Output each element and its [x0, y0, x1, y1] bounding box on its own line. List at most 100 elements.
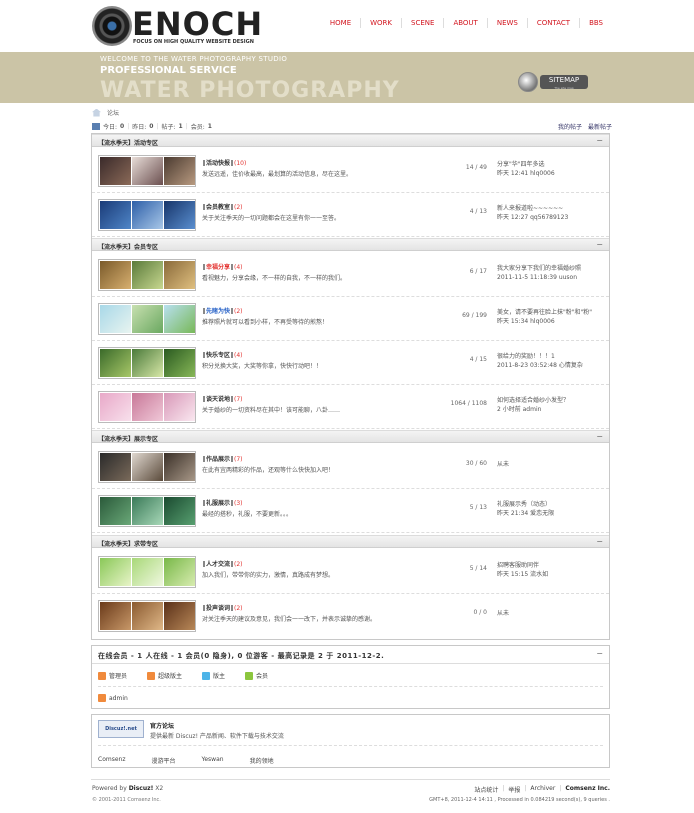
- forum-description: 关于婚纱的一切资料尽在其中！该可能聊，八卦……: [202, 407, 341, 414]
- archiver-link[interactable]: Archiver: [530, 785, 555, 794]
- forum-thumbnail[interactable]: [98, 347, 196, 379]
- forum-last-post[interactable]: 新人来报道啦~~~~~~ 昨天 12:27 qq56789123: [497, 204, 568, 222]
- forum-name[interactable]: 快乐专区 (4): [202, 350, 243, 359]
- forum-last-post[interactable]: 美女，请不要再往脸上抹"粉"和"粉" 昨天 15:34 hlq0006: [497, 308, 592, 326]
- official-title[interactable]: 官方论坛: [150, 721, 174, 730]
- forum-description: 发送远遥，佳价收最高，最划算的活动信息，尽在这里。: [202, 171, 353, 178]
- link-comsenz[interactable]: Comsenz: [98, 756, 125, 765]
- forum-row: 快乐专区 (4) 积分兑换大奖，大奖等你拿，快快行动吧！！ 4 / 15 很给力的…: [92, 341, 609, 385]
- forum-name[interactable]: 人才交流 (2): [202, 559, 243, 568]
- main-nav: HOME WORK SCENE ABOUT NEWS CONTACT BBS: [321, 18, 612, 28]
- collapse-icon[interactable]: −: [596, 649, 603, 658]
- category-header: 【流水季天】展示专区 −: [92, 430, 609, 443]
- forum-last-post[interactable]: 招聘客服助同伴 昨天 15:15 流水如: [497, 561, 548, 579]
- sitemap-button[interactable]: SITEMAP The site map: [518, 72, 588, 92]
- forum-thumbnail[interactable]: [98, 600, 196, 632]
- discuz-logo[interactable]: Discuz!.net: [98, 720, 144, 738]
- breadcrumb-current[interactable]: 论坛: [107, 108, 119, 117]
- nav-news[interactable]: NEWS: [486, 18, 527, 28]
- category-title[interactable]: 【流水季天】会员专区: [98, 242, 158, 251]
- link-my-domain[interactable]: 我的领地: [250, 756, 274, 765]
- stats-today-label: 今日:: [103, 124, 118, 131]
- breadcrumb: 论坛: [92, 108, 119, 117]
- forum-last-post[interactable]: 礼服展示秀（动态） 昨天 21:34 爱恋无限: [497, 500, 554, 518]
- forum-row: 投声谈词 (2) 对关注季天的建议及意见，我们会一一改下，并表示诚挚的感谢。 0 …: [92, 594, 609, 638]
- forum-description: 对关注季天的建议及意见，我们会一一改下，并表示诚挚的感谢。: [202, 616, 377, 623]
- sitemap-label-box[interactable]: SITEMAP The site map: [540, 75, 588, 90]
- sitemap-label: SITEMAP: [548, 76, 580, 84]
- forum-counts: 1064 / 1108: [450, 400, 487, 407]
- forum-name[interactable]: 先睹为快 (2): [202, 306, 243, 315]
- category-title[interactable]: 【流水季天】活动专区: [98, 138, 158, 147]
- forum-last-post[interactable]: 我大家分享下我们的幸福婚纱照 2011-11-5 11:18:39 uuson: [497, 264, 581, 282]
- copyright: © 2001-2011 Comsenz Inc.: [92, 797, 161, 803]
- forum-description: 最经的搭秒，礼服，不要更新。。。: [202, 511, 293, 518]
- user-mod-icon: [202, 671, 211, 680]
- forum-counts: 14 / 49: [465, 164, 487, 171]
- forum-last-post[interactable]: 很给力的奖励！！！1 2011-8-23 03:52:48 心情复杂: [497, 352, 583, 370]
- user-supermod-icon: [147, 671, 156, 680]
- forum-thumbnail[interactable]: [98, 391, 196, 423]
- collapse-icon[interactable]: −: [596, 432, 603, 441]
- category-title[interactable]: 【流水季天】求带专区: [98, 539, 158, 548]
- stats-today: 0: [120, 123, 125, 130]
- banner-service: PROFESSIONAL SERVICE: [100, 65, 237, 76]
- link-yeswan[interactable]: Yeswan: [202, 756, 224, 765]
- nav-home[interactable]: HOME: [321, 18, 360, 28]
- forum-name[interactable]: 会员教室 (2): [202, 202, 243, 211]
- site-logo[interactable]: ENOCH FOCUS ON HIGH QUALITY WEBSITE DESI…: [92, 5, 262, 48]
- forum-thumbnail[interactable]: [98, 155, 196, 187]
- forum-description: 推荐照片就可以看到小样，不再受等待的煎熬！: [202, 319, 329, 326]
- discuz-link[interactable]: Discuz!: [129, 785, 154, 792]
- forum-thumbnail[interactable]: [98, 556, 196, 588]
- collapse-icon[interactable]: −: [596, 240, 603, 249]
- sitemap-ball-icon: [518, 72, 538, 92]
- my-posts-link[interactable]: 我的帖子: [558, 122, 582, 131]
- latest-posts-link[interactable]: 最新帖子: [588, 122, 612, 131]
- home-icon[interactable]: [92, 108, 101, 117]
- forum-name[interactable]: 投声谈词 (2): [202, 603, 243, 612]
- forum-name[interactable]: 活动快报 (10): [202, 158, 246, 167]
- forum-thumbnail[interactable]: [98, 199, 196, 231]
- forum-thumbnail[interactable]: [98, 451, 196, 483]
- forum-thumbnail[interactable]: [98, 259, 196, 291]
- stats-members-label: 会员:: [190, 124, 205, 131]
- online-members: 在线会员 - 1 人在线 - 1 会员(0 隐身), 0 位游客 - 最高记录是…: [91, 645, 610, 709]
- nav-scene[interactable]: SCENE: [401, 18, 443, 28]
- stats-posts: 1: [178, 123, 183, 130]
- link-manyou[interactable]: 漫游平台: [151, 756, 175, 765]
- forum-row: 谈天说地 (7) 关于婚纱的一切资料尽在其中！该可能聊，八卦…… 1064 / 1…: [92, 385, 609, 429]
- forum-name[interactable]: 作品展示 (7): [202, 454, 243, 463]
- forum-last-post[interactable]: 如何选择适合婚纱小发型？ 2 小时前 admin: [497, 396, 569, 414]
- nav-bbs[interactable]: BBS: [579, 18, 612, 28]
- collapse-icon[interactable]: −: [596, 537, 603, 546]
- online-user[interactable]: admin: [98, 694, 128, 702]
- forum-row: 礼服展示 (3) 最经的搭秒，礼服，不要更新。。。 5 / 13 礼服展示秀（动态…: [92, 489, 609, 533]
- nav-about[interactable]: ABOUT: [443, 18, 486, 28]
- forum-row: 活动快报 (10) 发送远遥，佳价收最高，最划算的活动信息，尽在这里。 14 / …: [92, 149, 609, 193]
- company-link[interactable]: Comsenz Inc.: [565, 785, 610, 794]
- user-admin-icon: [98, 694, 106, 702]
- friend-links: Comsenz 漫游平台 Yeswan 我的领地: [98, 756, 274, 765]
- banner-welcome: WELCOME TO THE WATER PHOTOGRAPHY STUDIO: [100, 55, 288, 63]
- forum-counts: 6 / 17: [469, 268, 487, 275]
- forum-last-post[interactable]: 分享"华"四年多选 昨天 12:41 hlq0006: [497, 160, 555, 178]
- collapse-icon[interactable]: −: [596, 136, 603, 145]
- forum-description: 加入我们，带带你的实力，激情，真路成有梦想。: [202, 572, 335, 579]
- stats-link[interactable]: 站点统计: [474, 785, 498, 794]
- forum-row: 作品展示 (7) 在此有宜两精彩的作品，还观等什么快快加入吧！ 30 / 60 从…: [92, 445, 609, 489]
- forum-name[interactable]: 幸福分享 (4): [202, 262, 243, 271]
- forum-thumbnail[interactable]: [98, 495, 196, 527]
- forum-description: 在此有宜两精彩的作品，还观等什么快快加入吧！: [202, 467, 335, 474]
- nav-work[interactable]: WORK: [360, 18, 401, 28]
- site-header: ENOCH FOCUS ON HIGH QUALITY WEBSITE DESI…: [0, 0, 694, 52]
- official-description: 提供最新 Discuz! 产品新闻、软件下载与技术交流: [150, 733, 284, 740]
- category-title[interactable]: 【流水季天】展示专区: [98, 434, 158, 443]
- online-header[interactable]: 在线会员 - 1 人在线 - 1 会员(0 隐身), 0 位游客 - 最高记录是…: [98, 651, 384, 661]
- report-link[interactable]: 举报: [508, 785, 520, 794]
- legend-item: 超级版主: [147, 671, 182, 680]
- forum-name[interactable]: 礼服展示 (3): [202, 498, 243, 507]
- forum-thumbnail[interactable]: [98, 303, 196, 335]
- nav-contact[interactable]: CONTACT: [526, 18, 579, 28]
- forum-name[interactable]: 谈天说地 (7): [202, 394, 243, 403]
